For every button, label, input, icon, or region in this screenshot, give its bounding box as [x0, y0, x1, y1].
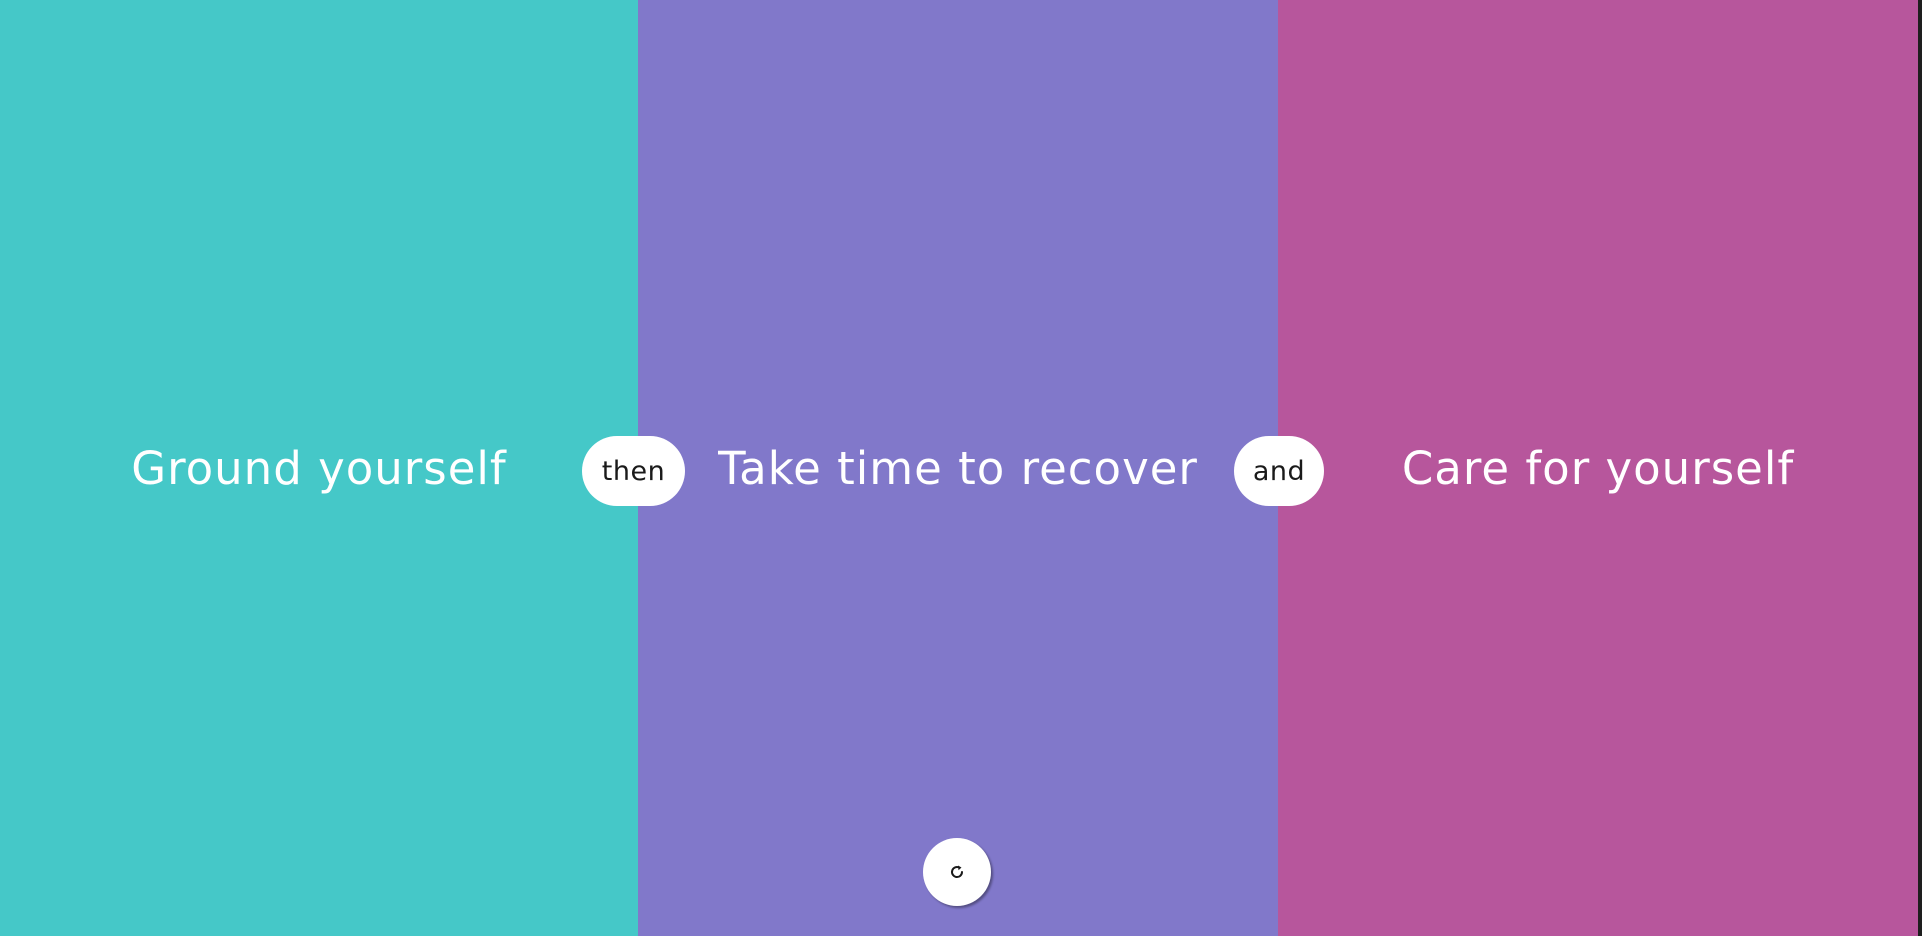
- connector-and-button[interactable]: and: [1234, 436, 1324, 506]
- panel-label: Take time to recover: [718, 441, 1198, 495]
- connector-label: and: [1252, 455, 1306, 487]
- panel-care-for-yourself[interactable]: Care for yourself: [1278, 0, 1918, 936]
- panel-label: Care for yourself: [1401, 441, 1795, 495]
- panel-ground-yourself[interactable]: Ground yourself: [0, 0, 638, 936]
- panel-label: Ground yourself: [131, 441, 507, 495]
- window-edge: [1918, 0, 1922, 936]
- refresh-button[interactable]: [923, 838, 991, 906]
- connector-then-button[interactable]: then: [582, 436, 685, 506]
- refresh-icon: [948, 863, 966, 881]
- app-stage: Ground yourself Take time to recover Car…: [0, 0, 1922, 936]
- connector-label: then: [601, 455, 666, 487]
- panel-take-time-to-recover[interactable]: Take time to recover: [638, 0, 1278, 936]
